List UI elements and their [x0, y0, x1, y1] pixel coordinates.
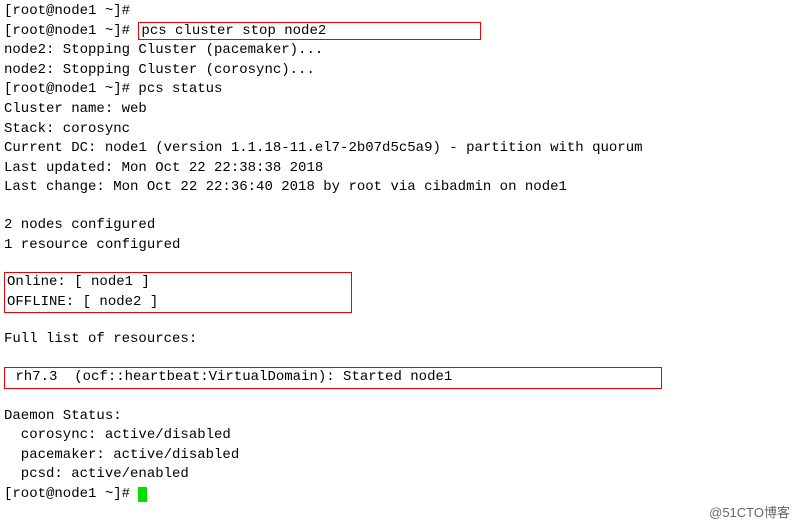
cluster-name: Cluster name: web	[4, 100, 796, 120]
cmd-box-stop: pcs cluster stop node2	[138, 22, 480, 40]
online-line: Online: [ node1 ]	[7, 273, 349, 293]
out-stopping-corosync: node2: Stopping Cluster (corosync)...	[4, 61, 796, 81]
resource-configured: 1 resource configured	[4, 236, 796, 256]
resource-box: rh7.3 (ocf::heartbeat:VirtualDomain): St…	[4, 367, 662, 389]
nodes-configured: 2 nodes configured	[4, 216, 796, 236]
daemon-corosync: corosync: active/disabled	[4, 426, 796, 446]
watermark: @51CTO博客	[709, 504, 790, 522]
offline-line: OFFLINE: [ node2 ]	[7, 293, 349, 313]
prev-prompt: [root@node1 ~]#	[4, 2, 796, 22]
daemon-pacemaker: pacemaker: active/disabled	[4, 446, 796, 466]
last-change: Last change: Mon Oct 22 22:36:40 2018 by…	[4, 178, 796, 198]
cmd1-text: pcs cluster stop node2	[141, 23, 326, 39]
prompt-end: [root@node1 ~]#	[4, 486, 138, 502]
online-box: Online: [ node1 ] OFFLINE: [ node2 ]	[4, 272, 352, 313]
full-list-heading: Full list of resources:	[4, 330, 796, 350]
prompt: [root@node1 ~]#	[4, 23, 138, 39]
resource-line: rh7.3 (ocf::heartbeat:VirtualDomain): St…	[7, 368, 659, 388]
cmd-status: [root@node1 ~]# pcs status	[4, 80, 796, 100]
last-updated: Last updated: Mon Oct 22 22:38:38 2018	[4, 159, 796, 179]
out-stopping-pacemaker: node2: Stopping Cluster (pacemaker)...	[4, 41, 796, 61]
terminal-cursor	[138, 487, 147, 502]
prompt-end-line[interactable]: [root@node1 ~]#	[4, 485, 796, 505]
stack: Stack: corosync	[4, 120, 796, 140]
daemon-pcsd: pcsd: active/enabled	[4, 465, 796, 485]
cmd1-line: [root@node1 ~]# pcs cluster stop node2	[4, 22, 796, 42]
current-dc: Current DC: node1 (version 1.1.18-11.el7…	[4, 139, 796, 159]
daemon-status: Daemon Status:	[4, 407, 796, 427]
